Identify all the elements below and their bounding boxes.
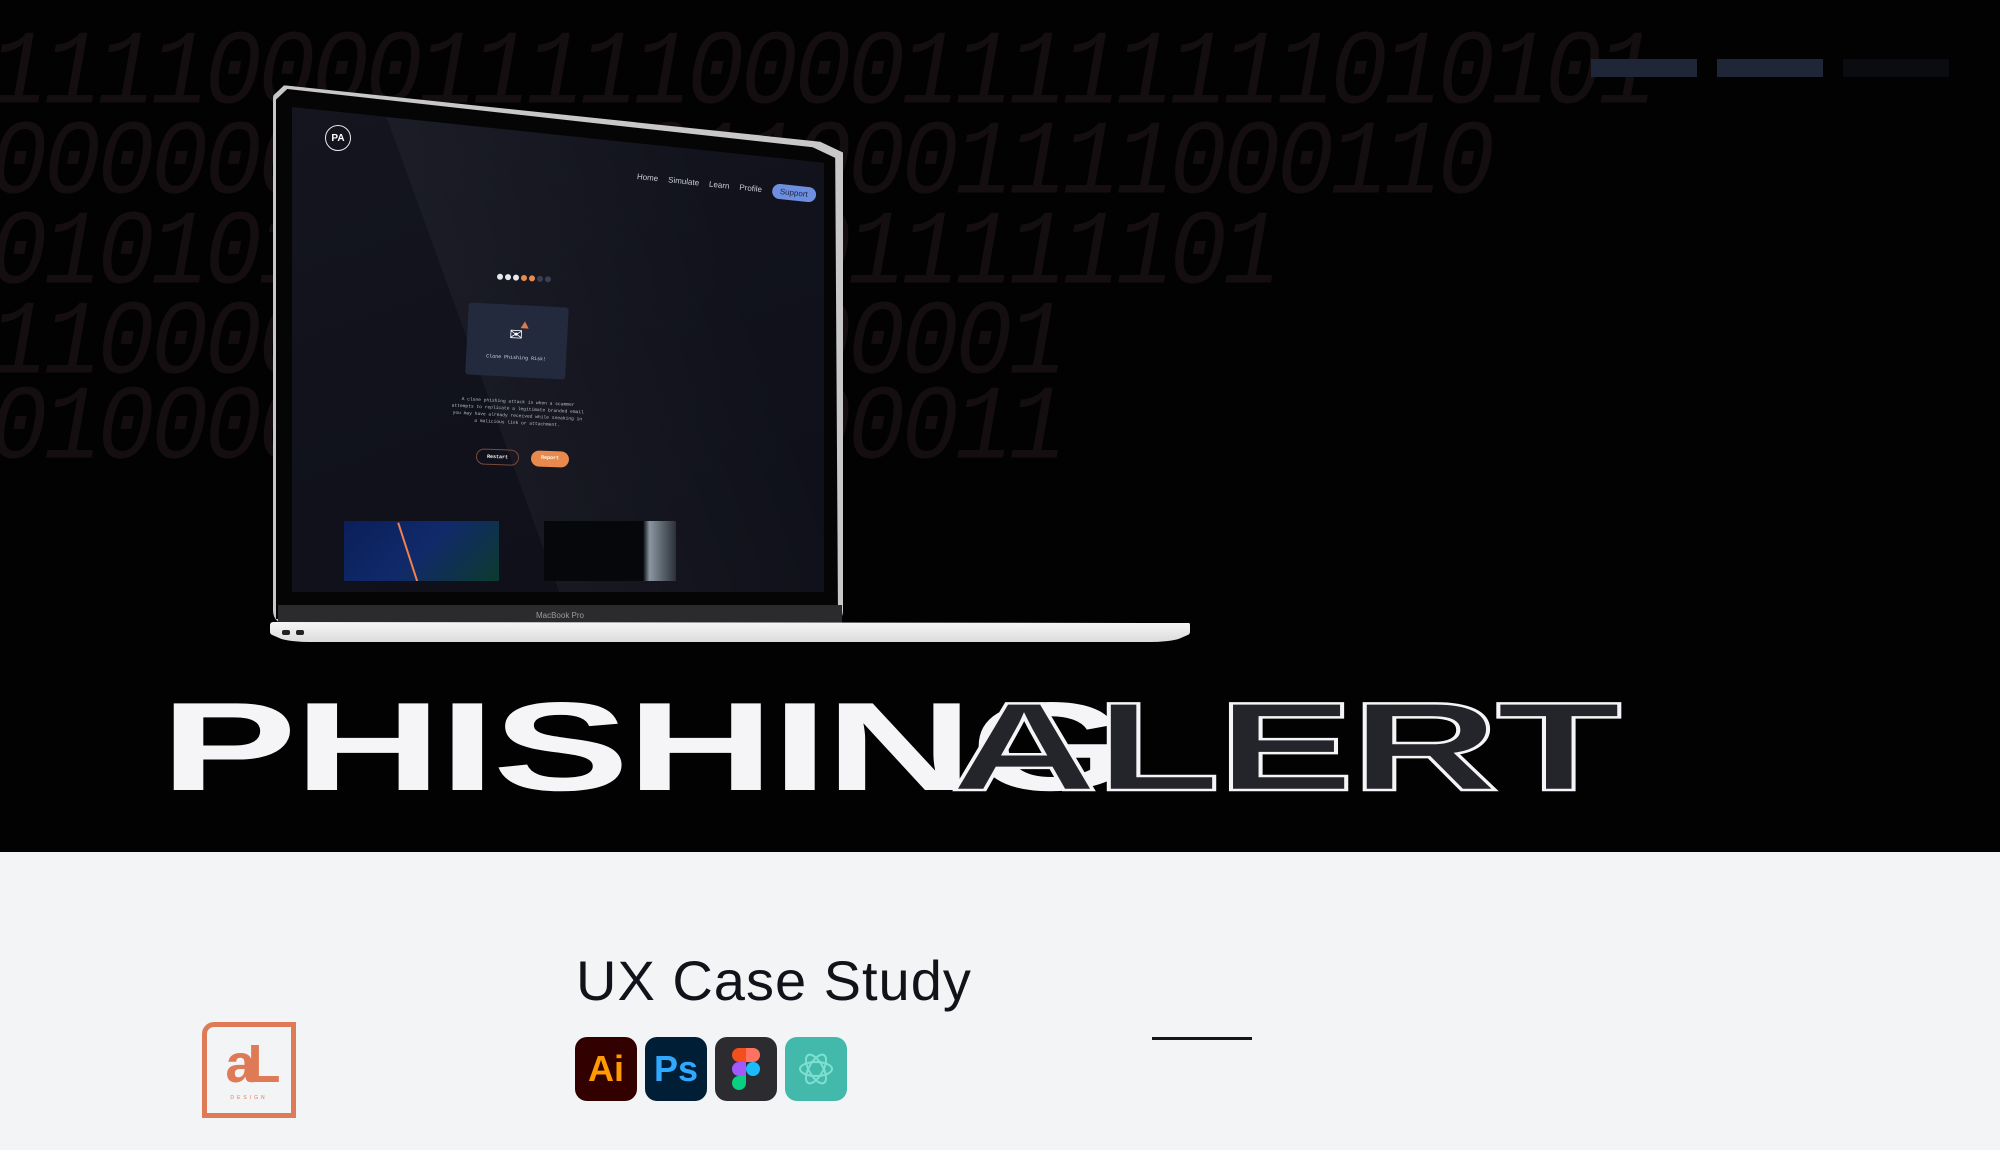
subtitle: UX Case Study — [576, 949, 972, 1012]
figma-icon — [715, 1037, 777, 1101]
top-bars — [1591, 59, 1949, 77]
progress-dot — [504, 274, 512, 281]
top-bar — [1717, 59, 1823, 77]
model-label: MacBook Pro — [535, 610, 585, 620]
progress-dot — [496, 273, 504, 280]
support-button[interactable]: Support — [771, 183, 817, 203]
card-title: Clone Phishing Risk! — [485, 353, 547, 363]
divider-line — [1152, 1037, 1252, 1040]
title-outline: ALERT — [948, 676, 1624, 817]
description-text: A clone phishing attack is when a scamme… — [451, 397, 584, 429]
adobe-photoshop-icon: Ps — [645, 1037, 707, 1101]
brand-logo: aL DESIGN — [202, 1022, 296, 1118]
progress-dot — [528, 275, 536, 282]
brand-logo-mark: aL — [225, 1034, 280, 1094]
laptop-base — [270, 622, 1190, 642]
screen-glare — [382, 107, 824, 592]
top-bar — [1591, 59, 1697, 77]
hero-section: 1111000011111000011111111010101 00000000… — [0, 0, 2000, 852]
hero-title: PHISHING ALERT — [160, 682, 1624, 811]
progress-dot — [512, 274, 520, 281]
report-button[interactable]: Report — [530, 450, 570, 468]
usb-port-icon — [282, 630, 290, 635]
laptop-mockup: PA Home Simulate Learn Profile Support ✉… — [270, 85, 1200, 655]
progress-dot — [536, 275, 544, 282]
usb-port-icon — [296, 630, 304, 635]
brand-logo-sub: DESIGN — [230, 1095, 268, 1101]
thumbnail-image — [344, 521, 499, 581]
tool-icons: Ai Ps — [575, 1037, 847, 1101]
top-bar — [1843, 59, 1949, 77]
chatgpt-icon — [785, 1037, 847, 1101]
laptop-chin: MacBook Pro — [278, 605, 842, 625]
pa-logo[interactable]: PA — [325, 125, 351, 151]
restart-button[interactable]: Restart — [475, 448, 520, 466]
light-streak — [397, 522, 421, 581]
thumbnail-image — [544, 521, 676, 581]
adobe-illustrator-icon: Ai — [575, 1037, 637, 1101]
nav-profile[interactable]: Profile — [739, 183, 763, 194]
nav-learn[interactable]: Learn — [709, 180, 730, 191]
progress-dot — [520, 274, 528, 282]
nav-home[interactable]: Home — [637, 172, 659, 183]
progress-dot — [544, 276, 552, 283]
action-buttons: Restart Report — [475, 448, 570, 468]
warning-triangle-icon — [520, 321, 530, 329]
nav-simulate[interactable]: Simulate — [668, 175, 700, 187]
laptop-screen: PA Home Simulate Learn Profile Support ✉… — [292, 107, 824, 592]
phishing-risk-card: ✉ Clone Phishing Risk! — [465, 302, 569, 380]
